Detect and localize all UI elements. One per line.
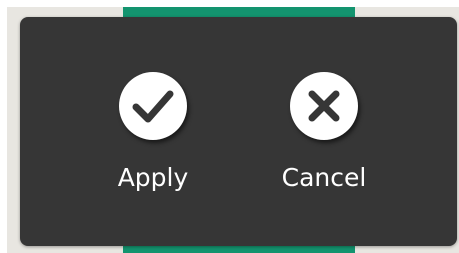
accent-bar-bottom	[123, 246, 355, 253]
apply-label: Apply	[117, 163, 189, 192]
cancel-button[interactable]: Cancel	[249, 17, 399, 246]
checkmark-icon	[132, 90, 174, 123]
close-icon	[308, 90, 340, 122]
confirm-dialog: Apply Cancel	[20, 17, 457, 246]
cancel-icon-circle	[290, 72, 358, 140]
apply-button[interactable]: Apply	[78, 17, 228, 246]
cancel-label: Cancel	[281, 163, 367, 192]
screen: Apply Cancel	[0, 0, 459, 253]
apply-icon-circle	[119, 72, 187, 140]
